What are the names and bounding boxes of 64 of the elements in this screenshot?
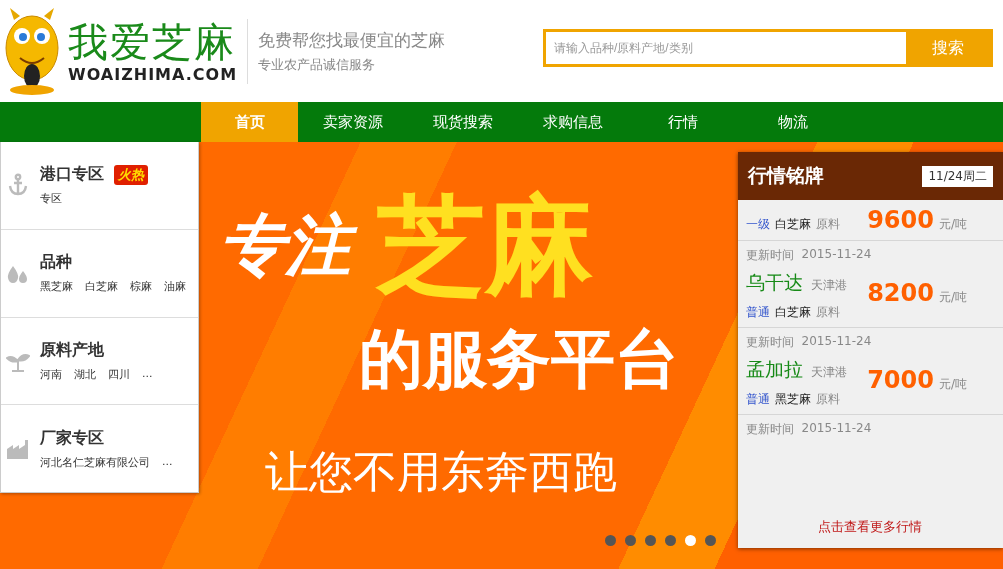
carousel-dot[interactable] <box>665 535 676 546</box>
category-link[interactable]: 河南 <box>40 366 62 382</box>
nav-tab[interactable]: 卖家资源 <box>298 102 408 142</box>
type-label: 原料 <box>815 391 840 408</box>
nav-tab[interactable]: 物流 <box>738 102 848 142</box>
headline-highlight: 芝麻 <box>376 186 593 306</box>
category-link[interactable]: 黑芝麻 <box>40 279 73 295</box>
price-unit: 元/吨 <box>938 288 967 306</box>
date-badge: 11/24周二 <box>922 165 993 187</box>
anchor-icon <box>6 173 30 198</box>
update-date: 2015-11-24 <box>801 247 872 263</box>
origin-name[interactable]: 乌干达 <box>745 270 803 296</box>
nav-tab[interactable]: 行情 <box>628 102 738 142</box>
nav-tab[interactable]: 现货搜索 <box>408 102 518 142</box>
carousel-dot[interactable] <box>645 535 656 546</box>
update-label: 更新时间 <box>745 334 794 351</box>
category-title[interactable]: 原料产地 <box>40 339 104 361</box>
logo-title: 我爱芝麻 <box>68 18 237 65</box>
carousel-dot[interactable] <box>625 535 636 546</box>
port-name: 天津港 <box>810 277 847 294</box>
category-link[interactable]: 四川 <box>108 366 130 382</box>
grade-label: 普通 <box>745 304 770 321</box>
category-link[interactable]: ... <box>162 454 173 470</box>
origin-name[interactable]: 孟加拉 <box>745 357 803 383</box>
carousel-dot[interactable] <box>605 535 616 546</box>
type-label: 原料 <box>815 215 840 233</box>
category-title[interactable]: 厂家专区 <box>40 427 104 449</box>
grade-label: 普通 <box>745 391 770 408</box>
variety-label: 白芝麻 <box>774 304 811 321</box>
carousel-dot[interactable] <box>685 535 696 546</box>
hot-badge: 火热 <box>114 164 148 185</box>
variety-label: 白芝麻 <box>774 215 811 233</box>
update-label: 更新时间 <box>745 421 794 438</box>
category-link[interactable]: 专区 <box>40 191 62 207</box>
price: 7000 <box>867 365 934 394</box>
category-title[interactable]: 港口专区 <box>40 164 104 186</box>
category-title[interactable]: 品种 <box>40 252 72 274</box>
category-link[interactable]: 河北名仁芝麻有限公司 <box>40 454 150 470</box>
price-unit: 元/吨 <box>938 216 967 233</box>
slogan: 免费帮您找最便宜的芝麻 <box>258 28 446 52</box>
price-unit: 元/吨 <box>938 375 967 393</box>
market-title: 行情铭牌 <box>747 163 824 188</box>
type-label: 原料 <box>815 304 840 321</box>
category-link[interactable]: 白芝麻 <box>85 279 118 295</box>
logo-domain: WOAIZHIMA.COM <box>68 64 238 84</box>
headline-text: 专注 <box>218 201 365 291</box>
port-name: 天津港 <box>810 364 847 381</box>
headline-text: 的服务平台 <box>358 321 679 398</box>
update-date: 2015-11-24 <box>801 421 872 437</box>
update-label: 更新时间 <box>745 247 794 264</box>
carousel-dot[interactable] <box>705 535 716 546</box>
sub-slogan: 专业农产品诚信服务 <box>258 55 377 74</box>
headline-subtext: 让您不用东奔西跑 <box>264 445 617 499</box>
category-link[interactable]: 湖北 <box>74 366 96 382</box>
grade-label: 一级 <box>745 215 770 233</box>
more-market-link[interactable]: 点击查看更多行情 <box>737 518 1003 536</box>
category-link[interactable]: 棕麻 <box>130 279 152 295</box>
nav-tab[interactable]: 求购信息 <box>518 102 628 142</box>
category-link[interactable]: 油麻 <box>164 279 186 295</box>
price: 9600 <box>867 206 934 234</box>
update-date: 2015-11-24 <box>801 334 872 350</box>
price: 8200 <box>867 278 934 307</box>
category-link[interactable]: ... <box>142 366 153 382</box>
variety-label: 黑芝麻 <box>774 391 811 408</box>
